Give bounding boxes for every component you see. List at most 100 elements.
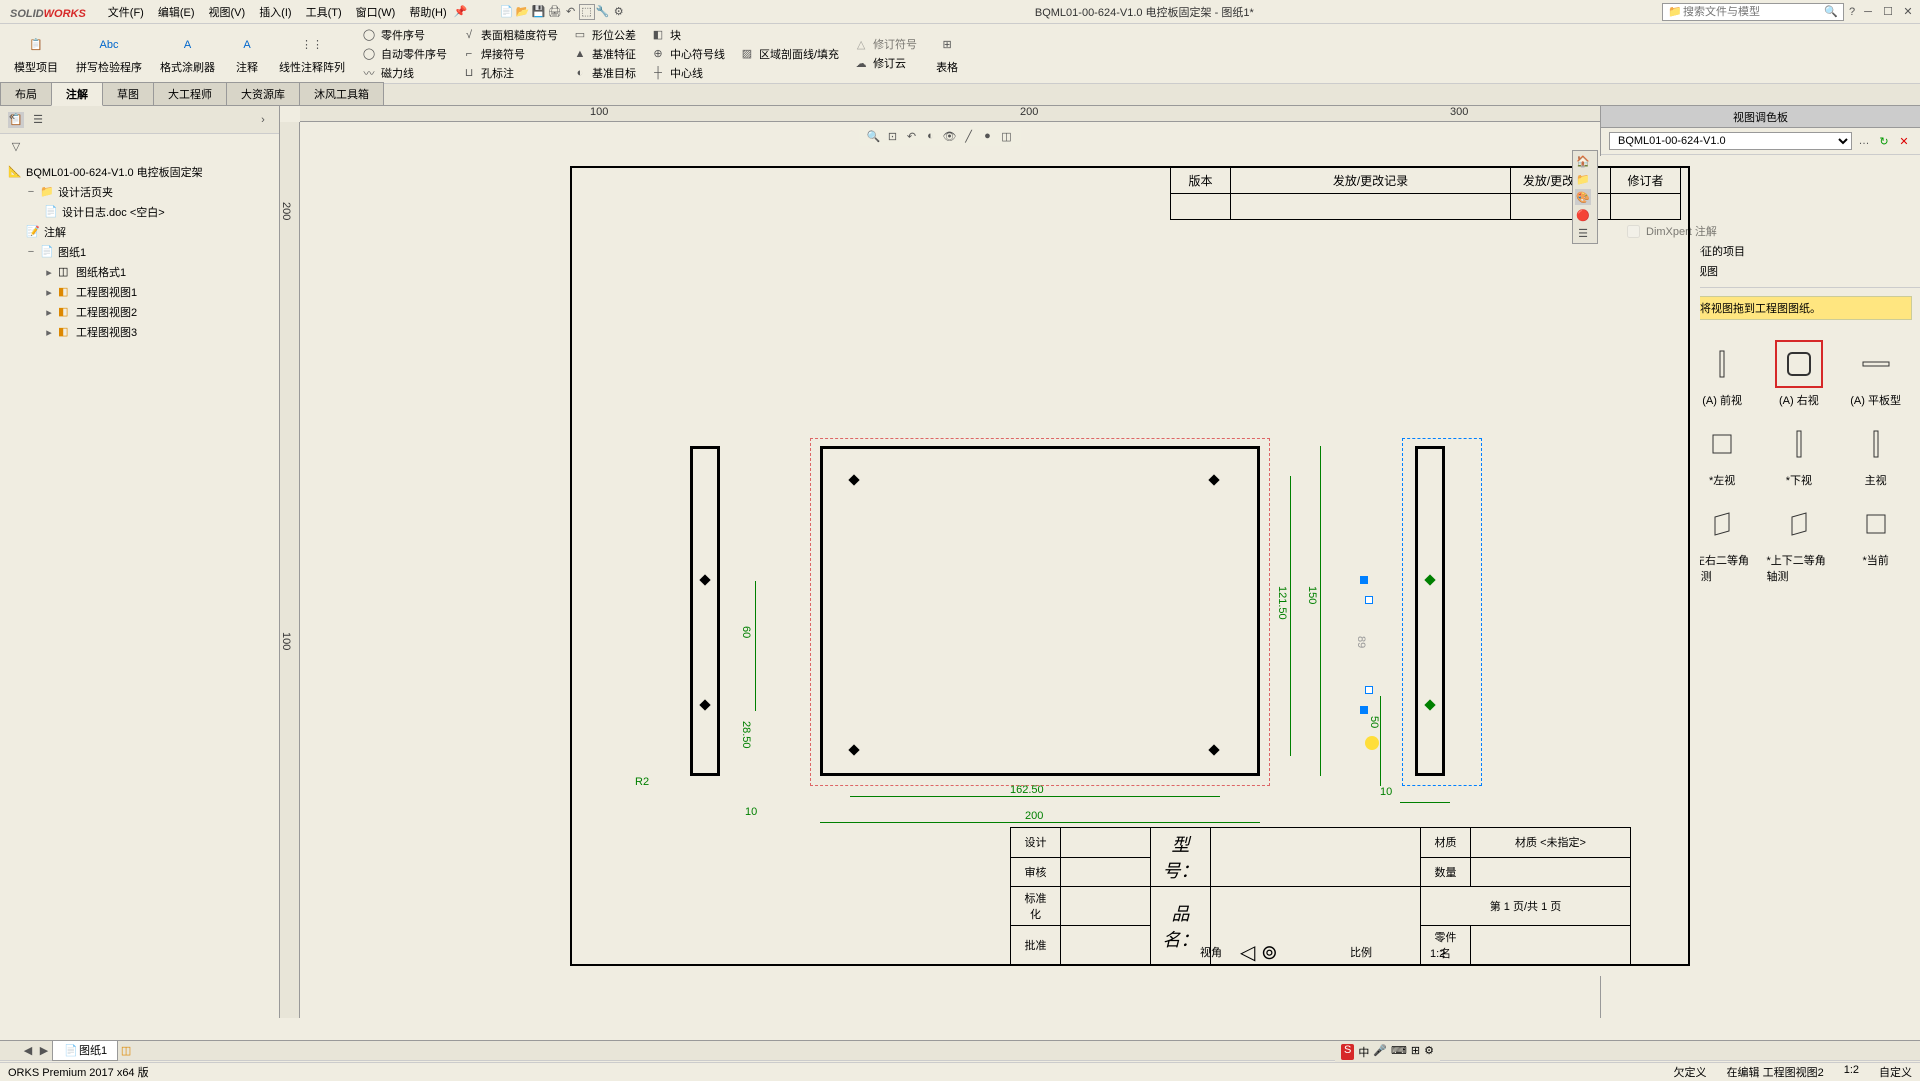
block-button[interactable]: ◧块 xyxy=(646,26,729,44)
format-painter-button[interactable]: A格式涂刷器 xyxy=(154,31,221,77)
auto-balloon-button[interactable]: ◯自动零件序号 xyxy=(357,45,451,63)
menu-help[interactable]: 帮助(H) xyxy=(403,2,452,22)
sheet-tab-1[interactable]: 📄图纸1 xyxy=(52,1040,118,1061)
section-icon[interactable]: ◐ xyxy=(923,128,939,144)
hole-callout-button[interactable]: ⊔孔标注 xyxy=(457,64,562,82)
search-icon[interactable]: 🔍 xyxy=(1823,4,1839,20)
note-button[interactable]: A注释 xyxy=(227,31,267,77)
menu-window[interactable]: 窗口(W) xyxy=(350,2,402,22)
dim-10-left[interactable]: 10 xyxy=(745,806,757,818)
appearance-icon[interactable]: 🔴 xyxy=(1575,207,1591,223)
pattern-button[interactable]: ⋮⋮线性注释阵列 xyxy=(273,31,351,77)
clear-icon[interactable]: ✕ xyxy=(1896,133,1912,149)
tab-layout[interactable]: 布局 xyxy=(0,82,52,105)
filter-icon[interactable]: ▽ xyxy=(8,138,24,154)
print-icon[interactable]: 🖨 xyxy=(547,4,563,20)
palette-icon[interactable]: 🎨 xyxy=(1575,189,1591,205)
dim-10-right[interactable]: 10 xyxy=(1380,786,1392,798)
menu-insert[interactable]: 插入(I) xyxy=(253,2,297,22)
options-icon[interactable]: ⚙ xyxy=(611,4,627,20)
tree-view1[interactable]: ▸◧工程图视图1 xyxy=(40,282,275,302)
close-icon[interactable]: ✕ xyxy=(1900,4,1916,20)
resources-icon[interactable]: 📁 xyxy=(1575,171,1591,187)
revision-cloud-button[interactable]: ☁修订云 xyxy=(849,54,921,72)
dim-28-50[interactable]: 28.50 xyxy=(740,721,752,749)
ime-bar[interactable]: S 中 🎤⌨⊞⚙ xyxy=(1335,1042,1440,1062)
save-icon[interactable]: 💾 xyxy=(531,4,547,20)
dim-121-50[interactable]: 121.50 xyxy=(1276,586,1288,620)
tree-view2[interactable]: ▸◧工程图视图2 xyxy=(40,302,275,322)
help-icon[interactable]: ? xyxy=(1844,4,1860,20)
add-sheet-icon[interactable]: ◫ xyxy=(118,1043,134,1059)
dim-50[interactable]: 50 xyxy=(1368,716,1380,728)
dim-150[interactable]: 150 xyxy=(1306,586,1318,604)
hide-icon[interactable]: ● xyxy=(980,128,996,144)
tree-view3[interactable]: ▸◧工程图视图3 xyxy=(40,322,275,342)
tab-eng2[interactable]: 大资源库 xyxy=(226,82,300,105)
tree-tab2-icon[interactable]: ☰ xyxy=(30,112,46,128)
tree-sheet-format[interactable]: ▸◫图纸格式1 xyxy=(40,262,275,282)
props-icon[interactable]: ☰ xyxy=(1575,225,1591,241)
maximize-icon[interactable]: ☐ xyxy=(1880,4,1896,20)
select-icon[interactable]: ⬚ xyxy=(579,4,595,20)
surface-finish-button[interactable]: √表面粗糙度符号 xyxy=(457,26,562,44)
tab-eng1[interactable]: 大工程师 xyxy=(153,82,227,105)
dim-r2[interactable]: R2 xyxy=(635,776,649,788)
collapse-icon[interactable]: « xyxy=(4,109,20,125)
pin-icon[interactable]: 📌 xyxy=(453,4,469,20)
dim-200[interactable]: 200 xyxy=(1025,810,1043,822)
tree-sheet1[interactable]: −📄图纸1 xyxy=(22,242,275,262)
view-main[interactable]: 主视 xyxy=(1839,416,1912,492)
dim-162-50[interactable]: 162.50 xyxy=(1010,784,1044,796)
minimize-icon[interactable]: ─ xyxy=(1860,4,1876,20)
dim-89[interactable]: 89 xyxy=(1355,636,1367,648)
tables-button[interactable]: ⊞表格 xyxy=(927,31,967,77)
new-icon[interactable]: 📄 xyxy=(499,4,515,20)
display-icon[interactable]: 👁 xyxy=(942,128,958,144)
search-input[interactable] xyxy=(1683,6,1823,18)
refresh-icon[interactable]: ↻ xyxy=(1876,133,1892,149)
line-icon[interactable]: ╱ xyxy=(961,128,977,144)
gtol-button[interactable]: ▭形位公差 xyxy=(568,26,640,44)
magnetic-line-button[interactable]: 〰磁力线 xyxy=(357,64,451,82)
tab-annotate[interactable]: 注解 xyxy=(51,82,103,106)
zoom-area-icon[interactable]: ⊡ xyxy=(885,128,901,144)
document-select[interactable]: BQML01-00-624-V1.0 xyxy=(1609,132,1852,150)
view-flat[interactable]: (A) 平板型 xyxy=(1839,336,1912,412)
model-items-button[interactable]: 📋模型项目 xyxy=(8,31,64,77)
tree-expand-icon[interactable]: › xyxy=(255,112,271,128)
weld-symbol-button[interactable]: ⌐焊接符号 xyxy=(457,45,562,63)
tree-root[interactable]: 📐BQML01-00-624-V1.0 电控板固定架 xyxy=(4,162,275,182)
view-current[interactable]: *当前 xyxy=(1839,496,1912,588)
spell-check-button[interactable]: Abc拼写检验程序 xyxy=(70,31,148,77)
open-icon[interactable]: 📂 xyxy=(515,4,531,20)
zoom-prev-icon[interactable]: ↶ xyxy=(904,128,920,144)
menu-view[interactable]: 视图(V) xyxy=(203,2,252,22)
menu-tools[interactable]: 工具(T) xyxy=(300,2,348,22)
tree-annotations[interactable]: 📝注解 xyxy=(22,222,275,242)
browse-icon[interactable]: … xyxy=(1856,133,1872,149)
hatch-button[interactable]: ▨区域剖面线/填充 xyxy=(735,45,843,63)
sheet-prev-icon[interactable]: ◀ xyxy=(20,1043,36,1059)
datum-feature-button[interactable]: ▲基准特征 xyxy=(568,45,640,63)
zoom-fit-icon[interactable]: 🔍 xyxy=(866,128,882,144)
centerline-button[interactable]: ┼中心线 xyxy=(646,64,729,82)
view-right[interactable]: (A) 右视 xyxy=(1763,336,1836,412)
undo-icon[interactable]: ↶ xyxy=(563,4,579,20)
revision-symbol-button[interactable]: △修订符号 xyxy=(849,35,921,53)
drawing-view-left[interactable] xyxy=(690,446,720,776)
tab-sketch[interactable]: 草图 xyxy=(102,82,154,105)
drawing-canvas[interactable]: 100 200 300 200 100 🔍 ⊡ ↶ ◐ 👁 ╱ ● ◫ 版本发放… xyxy=(280,106,1600,1018)
balloon-button[interactable]: ◯零件序号 xyxy=(357,26,451,44)
tab-mufeng[interactable]: 沐风工具箱 xyxy=(299,82,384,105)
rebuild-icon[interactable]: 🔧 xyxy=(595,4,611,20)
home-icon[interactable]: 🏠 xyxy=(1575,153,1591,169)
drawing-view-right[interactable] xyxy=(1415,446,1445,776)
datum-target-button[interactable]: ◐基准目标 xyxy=(568,64,640,82)
sheet-next-icon[interactable]: ▶ xyxy=(36,1043,52,1059)
view-dimetric2[interactable]: *上下二等角轴测 xyxy=(1763,496,1836,588)
tree-design-journal[interactable]: 📄设计日志.doc <空白> xyxy=(40,202,275,222)
center-mark-button[interactable]: ⊕中心符号线 xyxy=(646,45,729,63)
menu-edit[interactable]: 编辑(E) xyxy=(152,2,201,22)
view-bottom[interactable]: *下视 xyxy=(1763,416,1836,492)
